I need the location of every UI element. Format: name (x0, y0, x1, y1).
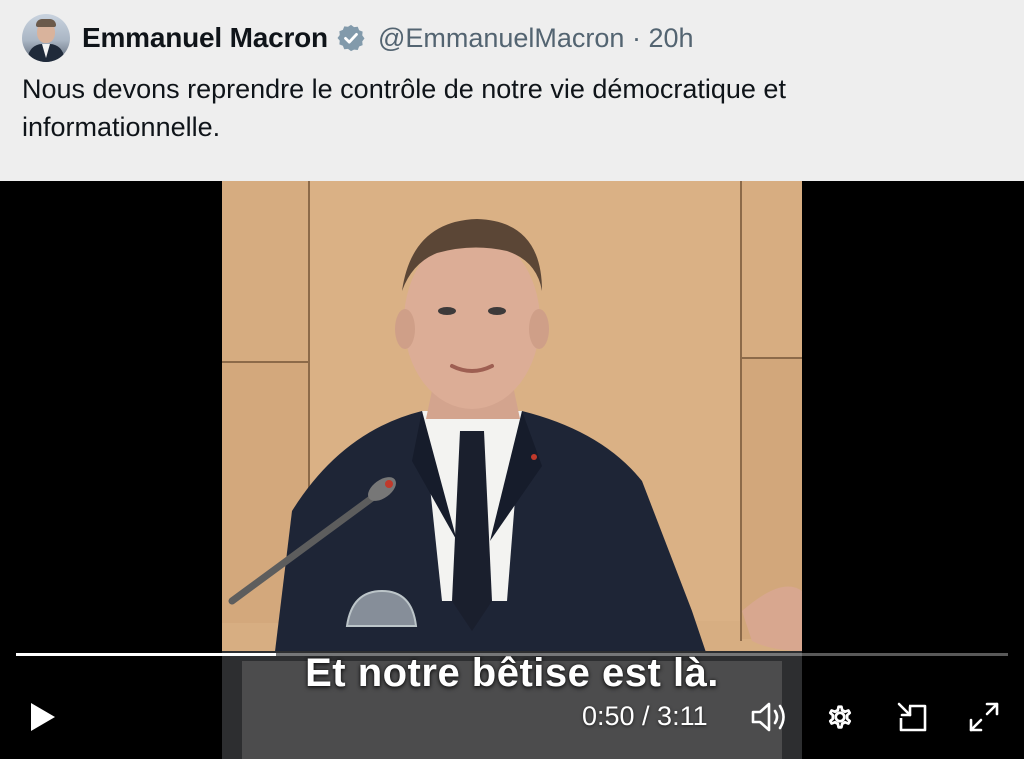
tweet-text: Nous devons reprendre le contrôle de not… (22, 74, 786, 142)
progress-bar[interactable] (16, 653, 1008, 656)
volume-icon[interactable] (746, 695, 792, 739)
video-controls: 0:50 / 3:11 (0, 681, 1024, 751)
author-name[interactable]: Emmanuel Macron (82, 22, 328, 54)
time-display: 0:50 / 3:11 (582, 701, 708, 731)
verified-badge-icon (336, 23, 366, 53)
gear-icon[interactable] (818, 695, 862, 739)
progress-fill (16, 653, 276, 656)
pip-icon[interactable] (890, 695, 936, 739)
play-icon[interactable] (20, 695, 64, 739)
video-player[interactable]: Et notre bêtise est là. 0:50 / 3:11 (0, 181, 1024, 759)
fullscreen-icon[interactable] (962, 695, 1006, 739)
time-ago[interactable]: 20h (648, 23, 693, 53)
author-row: Emmanuel Macron @EmmanuelMacron · 20h (22, 14, 694, 62)
author-handle[interactable]: @EmmanuelMacron · 20h (378, 23, 694, 54)
tweet-header: Emmanuel Macron @EmmanuelMacron · 20h No… (0, 0, 1024, 181)
avatar[interactable] (22, 14, 70, 62)
separator: · (631, 22, 641, 53)
